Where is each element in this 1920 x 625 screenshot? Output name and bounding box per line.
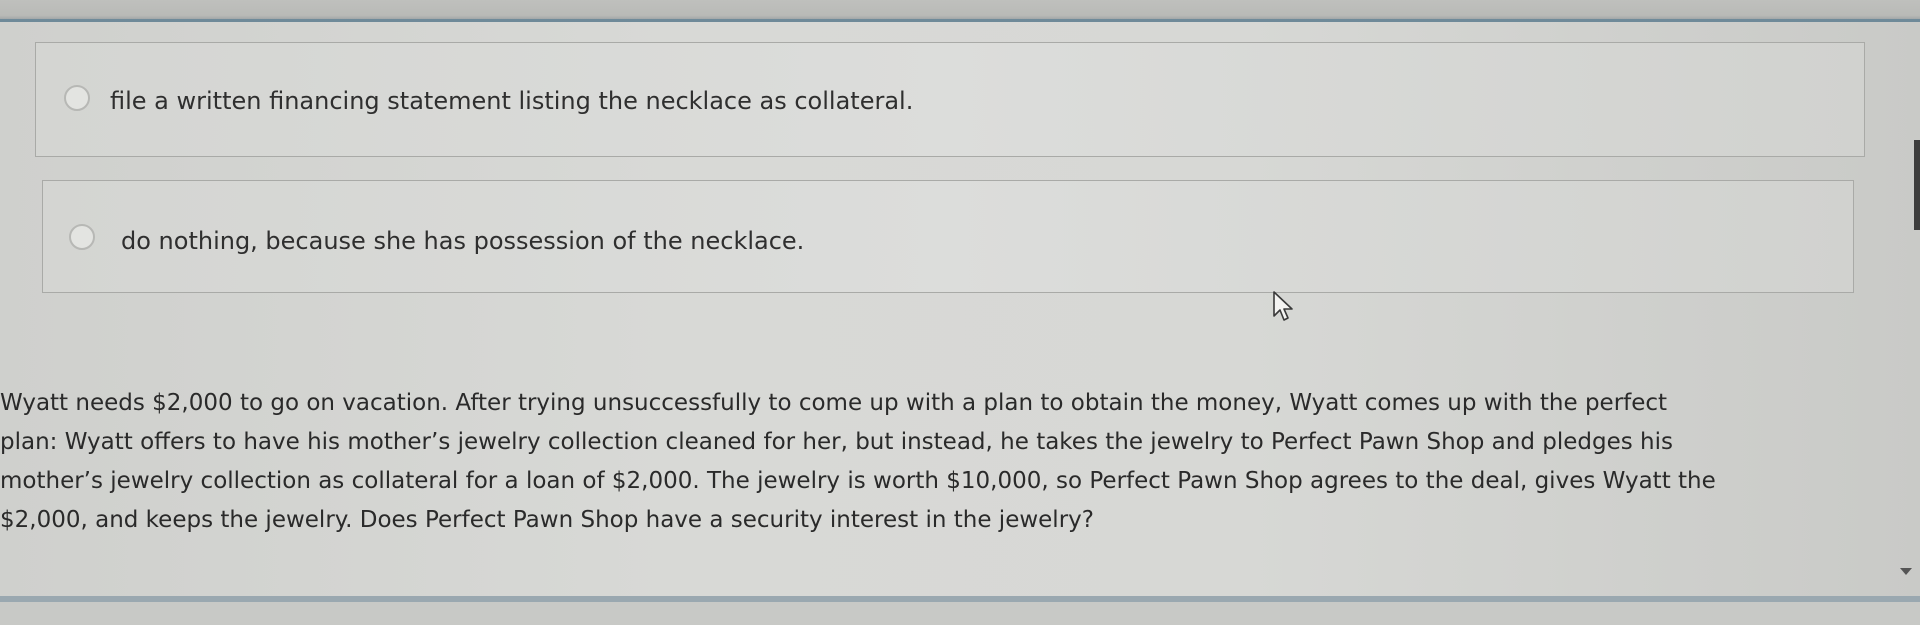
question-line-2: plan: Wyatt offers to have his mother’s … (0, 429, 1673, 455)
answer-option-2-label: do nothing, because she has possession o… (121, 227, 805, 255)
question-line-3: mother’s jewelry collection as collatera… (0, 468, 1716, 494)
top-divider (0, 0, 1920, 22)
question-line-1: Wyatt needs $2,000 to go on vacation. Af… (0, 390, 1668, 416)
answer-option-2[interactable]: do nothing, because she has possession o… (42, 180, 1854, 293)
scrollbar-thumb[interactable] (1914, 140, 1920, 230)
answer-option-1-label: file a written financing statement listi… (110, 87, 914, 115)
bottom-panel (0, 602, 1920, 625)
question-text: Wyatt needs $2,000 to go on vacation. Af… (0, 384, 1880, 540)
radio-button-2[interactable] (69, 224, 95, 250)
chevron-down-icon[interactable] (1900, 568, 1912, 575)
answer-option-1[interactable]: file a written financing statement listi… (35, 42, 1865, 157)
question-line-4: $2,000, and keeps the jewelry. Does Perf… (0, 507, 1094, 533)
mouse-pointer-icon (1273, 291, 1293, 321)
radio-button-1[interactable] (64, 85, 90, 111)
